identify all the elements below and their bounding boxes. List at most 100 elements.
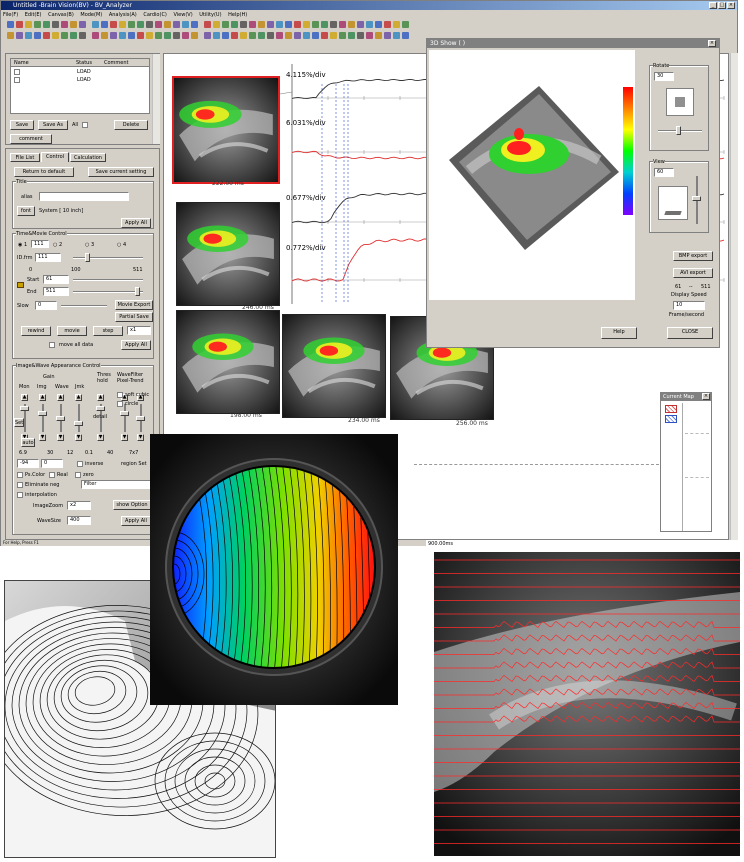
vertical-slider[interactable] [42, 404, 44, 432]
slider-down-arrow[interactable]: ▼ [57, 434, 64, 441]
auto-button[interactable]: auto [21, 438, 35, 447]
id-frm-thumb[interactable] [85, 253, 90, 262]
radio-1-label[interactable]: ◉ 1 [18, 242, 27, 248]
end-thumb[interactable] [135, 287, 140, 296]
minimize-button[interactable]: _ [709, 2, 717, 9]
slider-down-arrow[interactable]: ▼ [137, 434, 144, 441]
toolbar-tool-icon[interactable] [34, 21, 41, 28]
pscolor-checkbox[interactable] [17, 472, 23, 478]
toolbar-tool-icon[interactable] [110, 32, 117, 39]
toolbar-tool-icon[interactable] [70, 32, 77, 39]
help-button[interactable]: Help [601, 327, 637, 339]
radio-3-label[interactable]: ○ 3 [85, 242, 94, 248]
comment-button[interactable]: comment [10, 134, 52, 144]
toolbar-tool-icon[interactable] [357, 32, 364, 39]
wave-size-select[interactable]: 400 [67, 516, 91, 525]
toolbar-tool-icon[interactable] [119, 32, 126, 39]
save-as-button[interactable]: Save As [38, 120, 68, 130]
vertical-slider-thumb[interactable] [96, 406, 105, 411]
toolbar-tool-icon[interactable] [70, 21, 77, 28]
lock-icon[interactable] [17, 282, 24, 288]
slider-up-arrow[interactable]: ▲ [21, 394, 28, 401]
toolbar-tool-icon[interactable] [303, 21, 310, 28]
menu-mode[interactable]: Mode(M) [80, 12, 102, 18]
save-button[interactable]: Save [10, 120, 34, 130]
tab-file-list[interactable]: File List [10, 153, 40, 162]
toolbar-tool-icon[interactable] [258, 21, 265, 28]
toolbar-tool-icon[interactable] [79, 32, 86, 39]
slider-down-arrow[interactable]: ▼ [121, 434, 128, 441]
toolbar-tool-icon[interactable] [34, 32, 41, 39]
toolbar-tool-icon[interactable] [348, 21, 355, 28]
file-row-1-checkbox[interactable] [14, 69, 20, 75]
menu-view[interactable]: View(V) [173, 12, 192, 18]
toolbar-tool-icon[interactable] [128, 21, 135, 28]
move-all-checkbox[interactable] [49, 342, 55, 348]
toolbar-tool-icon[interactable] [312, 32, 319, 39]
toolbar-tool-icon[interactable] [204, 21, 211, 28]
show3d-close-icon[interactable]: × [708, 40, 716, 47]
toolbar-tool-icon[interactable] [249, 32, 256, 39]
toolbar-tool-icon[interactable] [213, 32, 220, 39]
menu-cardio[interactable]: Cardio(C) [143, 12, 167, 18]
toolbar-tool-icon[interactable] [366, 21, 373, 28]
start-field[interactable]: 61 [43, 275, 69, 284]
movie-button[interactable]: movie [57, 326, 87, 336]
toolbar-tool-icon[interactable] [61, 32, 68, 39]
toolbar-tool-icon[interactable] [276, 21, 283, 28]
menu-help[interactable]: Help(H) [228, 12, 247, 18]
toolbar-tool-icon[interactable] [276, 32, 283, 39]
toolbar-tool-icon[interactable] [164, 32, 171, 39]
maximize-button[interactable]: □ [718, 2, 726, 9]
toolbar-tool-icon[interactable] [330, 21, 337, 28]
toolbar-tool-icon[interactable] [384, 32, 391, 39]
interpolation-checkbox[interactable] [17, 492, 23, 498]
toolbar-tool-icon[interactable] [231, 21, 238, 28]
toolbar-tool-icon[interactable] [330, 32, 337, 39]
rotate-field[interactable]: 30 [654, 72, 674, 81]
frame-thumbnail-1[interactable] [172, 76, 280, 184]
frame-1-field[interactable]: 111 [31, 240, 49, 248]
toolbar-tool-icon[interactable] [110, 21, 117, 28]
rotate-thumb[interactable] [676, 126, 681, 135]
toolbar-tool-icon[interactable] [339, 21, 346, 28]
offset-field-1[interactable]: -94 [17, 459, 39, 468]
canvas-scrollbar-vertical[interactable] [730, 53, 738, 540]
step-button[interactable]: step [93, 326, 123, 336]
toolbar-tool-icon[interactable] [312, 21, 319, 28]
movie-export-button[interactable]: Movie Export [115, 300, 153, 310]
toolbar-tool-icon[interactable] [79, 21, 86, 28]
slider-up-arrow[interactable]: ▲ [97, 394, 104, 401]
current-map-close[interactable]: × [702, 393, 710, 400]
toolbar-tool-icon[interactable] [294, 21, 301, 28]
toolbar-tool-icon[interactable] [61, 21, 68, 28]
avi-export-button[interactable]: AVI export [673, 268, 713, 278]
menu-edit[interactable]: Edit(E) [25, 12, 42, 18]
toolbar-tool-icon[interactable] [204, 32, 211, 39]
eliminate-checkbox[interactable] [17, 482, 23, 488]
toolbar-tool-icon[interactable] [25, 21, 32, 28]
toolbar-tool-icon[interactable] [92, 21, 99, 28]
menu-analysis[interactable]: Analysis(A) [109, 12, 137, 18]
toolbar-tool-icon[interactable] [348, 32, 355, 39]
toolbar-tool-icon[interactable] [303, 32, 310, 39]
vertical-slider-thumb[interactable] [74, 421, 83, 426]
real-checkbox[interactable] [49, 472, 55, 478]
toolbar-tool-icon[interactable] [339, 32, 346, 39]
slider-down-arrow[interactable]: ▼ [39, 434, 46, 441]
vertical-slider-thumb[interactable] [136, 416, 145, 421]
vertical-slider-thumb[interactable] [38, 411, 47, 416]
toolbar-tool-icon[interactable] [16, 21, 23, 28]
tab-calculation[interactable]: Calculation [70, 153, 106, 162]
toolbar-tool-icon[interactable] [321, 21, 328, 28]
toolbar-tool-icon[interactable] [402, 21, 409, 28]
vertical-slider[interactable] [124, 404, 126, 432]
toolbar-tool-icon[interactable] [146, 21, 153, 28]
close-3d-button[interactable]: CLOSE [667, 327, 713, 339]
filter-select[interactable]: Filter [81, 480, 151, 489]
slider-down-arrow[interactable]: ▼ [75, 434, 82, 441]
toolbar-tool-icon[interactable] [25, 32, 32, 39]
radio-4-label[interactable]: ○ 4 [117, 242, 126, 248]
toolbar-tool-icon[interactable] [155, 21, 162, 28]
toolbar-tool-icon[interactable] [285, 32, 292, 39]
